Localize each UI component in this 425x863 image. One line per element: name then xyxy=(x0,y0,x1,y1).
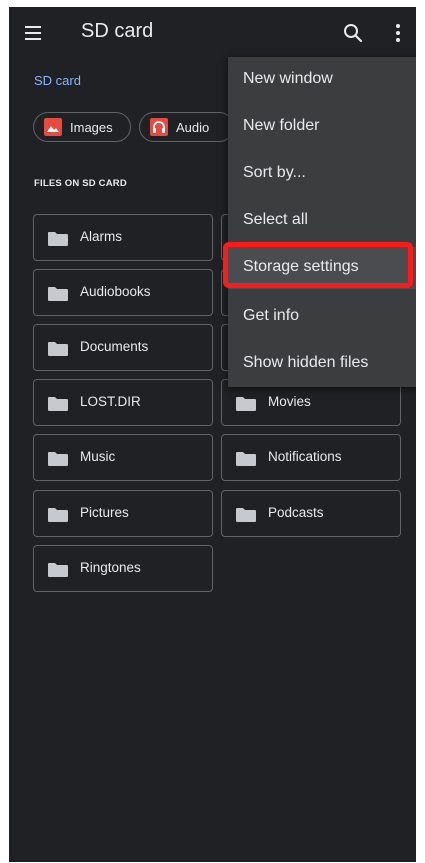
folder-icon xyxy=(48,562,68,577)
folder-icon xyxy=(48,396,68,411)
headphones-icon xyxy=(150,118,168,136)
chip-audio[interactable]: Audio xyxy=(139,112,234,142)
image-icon xyxy=(44,118,62,136)
overflow-menu: New window New folder Sort by... Select … xyxy=(223,57,416,388)
menu-item-label: Show hidden files xyxy=(243,354,369,371)
screen: SD card SD card Images Audio FILES ON SD… xyxy=(9,7,416,862)
chip-label: Images xyxy=(70,119,113,135)
menu-item-label: Get info xyxy=(243,307,300,324)
chip-images[interactable]: Images xyxy=(33,112,131,142)
menu-item-show-hidden-files[interactable]: Show hidden files xyxy=(228,341,416,388)
folder-item[interactable]: LOST.DIR xyxy=(33,379,213,426)
folder-icon xyxy=(236,507,256,522)
folder-item[interactable]: Audiobooks xyxy=(33,269,213,316)
folder-item[interactable]: Notifications xyxy=(221,434,401,481)
folder-name: Alarms xyxy=(80,229,123,244)
menu-item-label: New window xyxy=(243,70,333,87)
folder-icon xyxy=(48,286,68,301)
more-vert-icon[interactable] xyxy=(387,22,409,44)
folder-icon xyxy=(48,451,68,466)
folder-item[interactable]: Alarms xyxy=(33,214,213,261)
menu-item-label: Storage settings xyxy=(243,258,359,275)
chip-label: Audio xyxy=(176,119,210,135)
menu-item-storage-settings[interactable]: Storage settings xyxy=(223,242,416,289)
folder-icon xyxy=(236,451,256,466)
menu-item-label: Select all xyxy=(243,211,308,228)
folder-name: Movies xyxy=(268,394,311,409)
folder-item[interactable]: Pictures xyxy=(33,490,213,537)
menu-item-get-info[interactable]: Get info xyxy=(228,294,416,341)
folder-icon xyxy=(236,396,256,411)
menu-item-new-folder[interactable]: New folder xyxy=(228,104,416,151)
folder-name: Pictures xyxy=(80,505,129,520)
folder-name: Music xyxy=(80,449,116,464)
menu-item-sort-by[interactable]: Sort by... xyxy=(228,151,416,198)
breadcrumb[interactable]: SD card xyxy=(34,73,81,88)
folder-name: Documents xyxy=(80,339,149,354)
menu-item-select-all[interactable]: Select all xyxy=(228,198,416,245)
menu-item-label: Sort by... xyxy=(243,164,306,181)
folder-name: Audiobooks xyxy=(80,284,151,299)
folder-icon xyxy=(48,231,68,246)
folder-item[interactable]: Documents xyxy=(33,324,213,371)
menu-item-label: New folder xyxy=(243,117,320,134)
folder-item[interactable]: Ringtones xyxy=(33,545,213,592)
folder-name: Podcasts xyxy=(268,505,324,520)
folder-name: Notifications xyxy=(268,449,342,464)
hamburger-menu-icon[interactable] xyxy=(23,23,45,43)
page-title: SD card xyxy=(81,20,154,42)
app-bar: SD card xyxy=(9,7,416,59)
folder-name: LOST.DIR xyxy=(80,394,141,409)
folder-item[interactable]: Podcasts xyxy=(221,490,401,537)
folder-item[interactable]: Music xyxy=(33,434,213,481)
folder-name: Ringtones xyxy=(80,560,141,575)
section-title: FILES ON SD CARD xyxy=(34,178,127,189)
menu-item-new-window[interactable]: New window xyxy=(228,57,416,104)
folder-icon xyxy=(48,507,68,522)
search-icon[interactable] xyxy=(342,22,364,44)
folder-icon xyxy=(48,341,68,356)
